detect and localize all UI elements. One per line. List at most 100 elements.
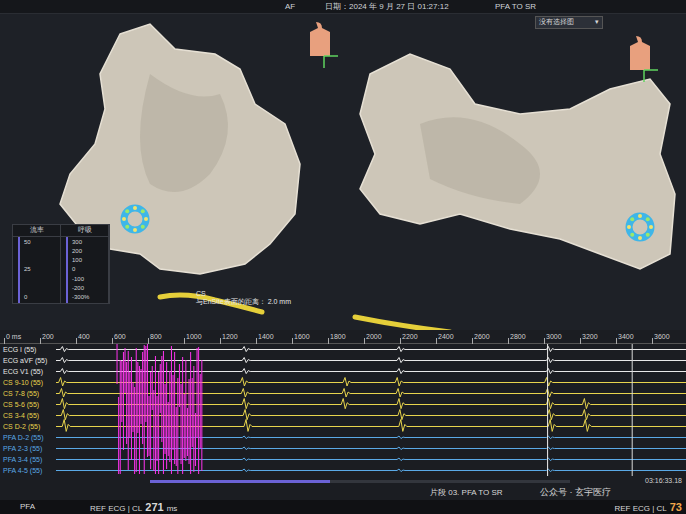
torso-orientation-icon — [310, 22, 338, 68]
cl-unit: ms — [167, 503, 178, 514]
channel-trace — [0, 358, 686, 363]
time-tick: 1800 — [330, 332, 346, 343]
panel-tick: 0 — [20, 294, 65, 301]
panel-tick: -200 — [68, 285, 113, 292]
distance-label: 与EnSite表面的距离： — [196, 298, 266, 306]
catheter-label: CS — [196, 290, 291, 298]
segment-row: 片段 03. PFA TO SR公众号 · 玄宇医疗 — [0, 486, 686, 500]
title-label: PFA TO SR — [495, 1, 536, 13]
channel-label[interactable]: PFA 2-3 (55) — [0, 443, 56, 454]
time-tick: 1000 — [186, 332, 202, 343]
channel-label[interactable]: ECG aVF (55) — [0, 355, 56, 366]
time-tick: 1600 — [294, 332, 310, 343]
channel-label[interactable]: PFA 4-5 (55) — [0, 465, 56, 476]
time-tick: 3600 — [654, 332, 670, 343]
footer-tab[interactable]: PFA — [20, 501, 90, 513]
time-tick: 2000 — [366, 332, 382, 343]
time-tick: 600 — [114, 332, 126, 343]
channel-label[interactable]: PFA 3-4 (55) — [0, 454, 56, 465]
channel-label[interactable]: CS 3-4 (55) — [0, 410, 56, 421]
panel-axis: 3002001000-100-200-300% — [66, 237, 113, 304]
timestamp: 03:16:33.18 — [645, 476, 682, 487]
channel-label[interactable]: ECG V1 (55) — [0, 366, 56, 377]
time-tick: 2400 — [438, 332, 454, 343]
scroll-row: 03:16:33.18 — [0, 476, 686, 486]
dropdown-arrow-icon[interactable]: ▾ — [595, 17, 599, 28]
channel-trace — [0, 410, 686, 420]
channel-trace — [0, 378, 686, 387]
cycle-length-right: REF ECG | CL 73 — [614, 499, 682, 514]
electrogram-panel[interactable]: ECG I (55)ECG aVF (55)ECG V1 (55)CS 9-10… — [0, 344, 686, 476]
panel-title: 流率 — [13, 225, 60, 237]
signal-panel: 流率50250呼吸3002001000-100-200-300% — [12, 224, 110, 304]
header-bar: AF日期：2024 年 9 月 27 日 01:27:12PFA TO SR — [0, 0, 686, 14]
channel-trace — [0, 469, 686, 472]
channel-trace — [0, 347, 686, 352]
panel-title: 呼吸 — [61, 225, 108, 237]
right-atrium-map — [360, 54, 675, 269]
time-tick: 400 — [78, 332, 90, 343]
channel-label[interactable]: ECG I (55) — [0, 344, 56, 355]
ablation-ring-icon — [627, 214, 653, 240]
map-shading — [420, 117, 540, 204]
time-tick: 3000 — [546, 332, 562, 343]
torso-orientation-icon — [630, 36, 658, 82]
channel-trace — [0, 369, 686, 374]
cl-value: 73 — [670, 499, 682, 514]
panel-axis: 50250 — [18, 237, 65, 304]
channel-labels: ECG I (55)ECG aVF (55)ECG V1 (55)CS 9-10… — [0, 344, 56, 476]
time-axis: 0 ms 200 400 600 800 1000 1200 1400 1600 1800 2000… — [0, 330, 686, 344]
time-tick: 0 ms — [6, 332, 21, 343]
catheter-info: CS与EnSite表面的距离：2.0 mm — [196, 290, 291, 306]
channel-trace — [0, 399, 686, 409]
panel-tick: 300 — [68, 239, 113, 246]
panel-tick: 0 — [68, 266, 113, 273]
channel-trace — [0, 447, 686, 450]
time-cursor — [547, 344, 548, 476]
channel-trace — [0, 420, 686, 432]
panel-tick: -300% — [68, 294, 113, 301]
segment-label: 片段 03. PFA TO SR — [430, 487, 540, 499]
cs-catheter-icon — [355, 317, 450, 330]
watermark: 公众号 · 玄宇医疗 — [540, 486, 611, 500]
channel-label[interactable]: CS D-2 (55) — [0, 421, 56, 432]
panel-tick: -100 — [68, 276, 113, 283]
distance-value: 2.0 mm — [268, 298, 291, 306]
cl-label: REF ECG | CL — [614, 503, 666, 514]
channel-trace — [0, 389, 686, 398]
channel-label[interactable]: CS 9-10 (55) — [0, 377, 56, 388]
rhythm-label: AF — [285, 1, 325, 13]
time-tick: 1400 — [258, 332, 274, 343]
time-tick: 3400 — [618, 332, 634, 343]
catheter-distance: 与EnSite表面的距离：2.0 mm — [196, 298, 291, 306]
ablation-ring-icon — [122, 206, 148, 232]
date-label: 日期：2024 年 9 月 27 日 01:27:12 — [325, 1, 495, 13]
map-area[interactable]: 没有选择图 ▾ 流率50250呼吸3002001000-100-200-300% CS… — [0, 14, 686, 330]
map-shading — [140, 74, 228, 192]
time-tick: 2600 — [474, 332, 490, 343]
channel-trace — [0, 458, 686, 461]
time-cursor — [632, 344, 633, 476]
time-tick: 2800 — [510, 332, 526, 343]
ablation-burst — [117, 344, 202, 474]
time-tick: 200 — [42, 332, 54, 343]
cl-value: 271 — [145, 499, 163, 514]
panel-tick: 50 — [20, 239, 65, 246]
footer-bar: PFAREF ECG | CL271msREF ECG | CL73 — [0, 500, 686, 514]
channel-trace — [0, 436, 686, 439]
electrogram-canvas — [0, 344, 686, 476]
time-tick: 800 — [150, 332, 162, 343]
panel-column: 流率50250 — [13, 225, 61, 303]
channel-label[interactable]: CS 7-8 (55) — [0, 388, 56, 399]
scroll-thumb[interactable] — [150, 480, 330, 483]
time-tick: 1200 — [222, 332, 238, 343]
scroll-track[interactable] — [150, 480, 570, 483]
channel-label[interactable]: CS 5-6 (55) — [0, 399, 56, 410]
panel-tick: 200 — [68, 248, 113, 255]
channel-label[interactable]: PFA D-2 (55) — [0, 432, 56, 443]
map-select[interactable]: 没有选择图 ▾ — [535, 16, 603, 29]
panel-column: 呼吸3002001000-100-200-300% — [61, 225, 109, 303]
map-select-value: 没有选择图 — [539, 17, 574, 28]
time-tick: 2200 — [402, 332, 418, 343]
cl-label: REF ECG | CL — [90, 503, 142, 514]
